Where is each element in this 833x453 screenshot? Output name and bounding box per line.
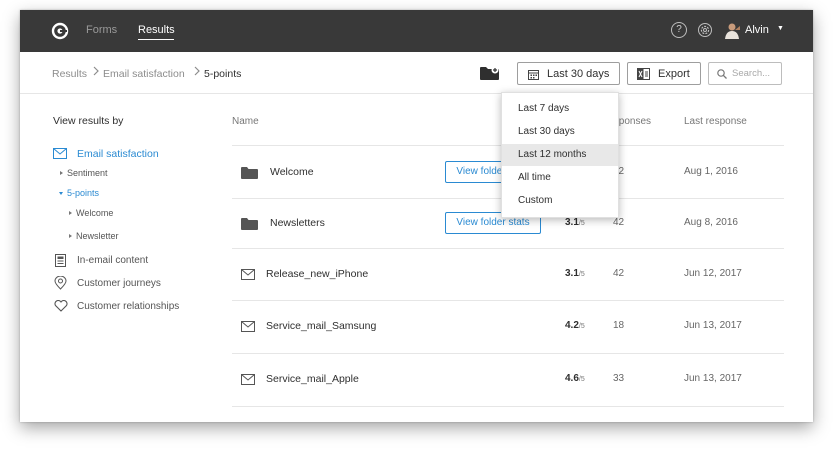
- date-option-last-7-days[interactable]: Last 7 days: [502, 98, 618, 120]
- sidebar-item-newsletter[interactable]: Newsletter: [76, 231, 119, 241]
- breadcrumb-current: 5-points: [204, 68, 242, 80]
- caret-right-icon: [69, 211, 72, 215]
- caret-down-icon: [59, 192, 63, 195]
- date-option-custom[interactable]: Custom: [502, 190, 618, 212]
- top-bar: Forms Results ? Alvin ▼: [20, 10, 813, 52]
- sidebar-item-5-points[interactable]: 5-points: [67, 188, 99, 198]
- help-icon[interactable]: ?: [671, 22, 687, 38]
- folder-icon: [241, 218, 258, 230]
- mail-icon: [241, 269, 255, 280]
- mail-icon: [241, 321, 255, 332]
- row-responses: 42: [613, 217, 625, 228]
- sidebar-item-welcome[interactable]: Welcome: [76, 208, 113, 218]
- row-name[interactable]: Service_mail_Samsung: [266, 320, 376, 332]
- row-divider: [232, 248, 784, 249]
- row-score: 3.1/5: [565, 217, 585, 228]
- export-button[interactable]: Export: [627, 62, 701, 85]
- row-last-response: Jun 12, 2017: [684, 268, 742, 279]
- row-score: 4.2/5: [565, 320, 585, 331]
- row-name[interactable]: Newsletters: [270, 217, 325, 229]
- row-divider: [232, 353, 784, 354]
- row-last-response: Jun 13, 2017: [684, 320, 742, 331]
- row-last-response: Aug 1, 2016: [684, 166, 738, 177]
- row-name[interactable]: Service_mail_Apple: [266, 373, 359, 385]
- row-divider: [232, 300, 784, 301]
- calendar-icon: [528, 70, 539, 80]
- row-responses: 33: [613, 373, 625, 384]
- location-pin-icon: [54, 276, 67, 290]
- row-last-response: Aug 8, 2016: [684, 217, 738, 228]
- excel-icon: [637, 68, 650, 80]
- chevron-right-icon: [194, 66, 200, 76]
- row-responses: 42: [613, 268, 625, 279]
- breadcrumb-email-satisfaction[interactable]: Email satisfaction: [103, 68, 185, 80]
- nav-active-underline: [138, 39, 174, 40]
- row-last-response: Jun 13, 2017: [684, 373, 742, 384]
- user-name[interactable]: Alvin: [745, 24, 769, 36]
- caret-right-icon: [60, 171, 63, 175]
- date-range-button[interactable]: Last 30 days: [517, 62, 620, 85]
- date-option-last-12-months[interactable]: Last 12 months: [502, 144, 618, 166]
- folder-icon: [241, 167, 258, 179]
- gear-icon[interactable]: [697, 22, 713, 38]
- sidebar-item-customer-journeys[interactable]: Customer journeys: [77, 278, 161, 289]
- date-range-label: Last 30 days: [547, 68, 610, 80]
- sidebar-title: View results by: [53, 115, 124, 127]
- sidebar-item-email-satisfaction[interactable]: Email satisfaction: [77, 148, 159, 160]
- chevron-down-icon[interactable]: ▼: [777, 25, 784, 32]
- export-label: Export: [658, 68, 690, 80]
- document-icon: [55, 254, 66, 267]
- sidebar-item-in-email-content[interactable]: In-email content: [77, 255, 148, 266]
- date-range-dropdown: Last 7 days Last 30 days Last 12 months …: [501, 92, 619, 218]
- sidebar-item-sentiment[interactable]: Sentiment: [67, 168, 108, 178]
- mail-icon: [53, 148, 67, 159]
- sub-header: Results Email satisfaction 5-points Last…: [20, 52, 813, 94]
- new-folder-icon[interactable]: [480, 66, 499, 80]
- row-score: 3.1/5: [565, 268, 585, 279]
- nav-results[interactable]: Results: [138, 24, 175, 36]
- row-responses: 18: [613, 320, 625, 331]
- nav-forms[interactable]: Forms: [86, 24, 117, 36]
- heart-icon: [54, 300, 68, 312]
- mail-icon: [241, 374, 255, 385]
- row-divider: [232, 406, 784, 407]
- search-placeholder: Search...: [732, 68, 771, 79]
- date-option-last-30-days[interactable]: Last 30 days: [502, 121, 618, 143]
- row-score: 4.6/5: [565, 373, 585, 384]
- chevron-right-icon: [93, 66, 99, 76]
- date-option-all-time[interactable]: All time: [502, 167, 618, 189]
- column-header-name[interactable]: Name: [232, 116, 259, 127]
- logo-icon[interactable]: [51, 22, 69, 40]
- avatar[interactable]: [723, 21, 741, 39]
- search-icon: [717, 69, 727, 79]
- sidebar-item-customer-relationships[interactable]: Customer relationships: [77, 301, 179, 312]
- search-input[interactable]: Search...: [708, 62, 782, 85]
- app-window: Forms Results ? Alvin ▼ Results Email sa…: [20, 10, 813, 422]
- row-name[interactable]: Welcome: [270, 166, 314, 178]
- column-header-last-response[interactable]: Last response: [684, 116, 747, 127]
- caret-right-icon: [69, 234, 72, 238]
- row-name[interactable]: Release_new_iPhone: [266, 268, 368, 280]
- breadcrumb-results[interactable]: Results: [52, 68, 87, 80]
